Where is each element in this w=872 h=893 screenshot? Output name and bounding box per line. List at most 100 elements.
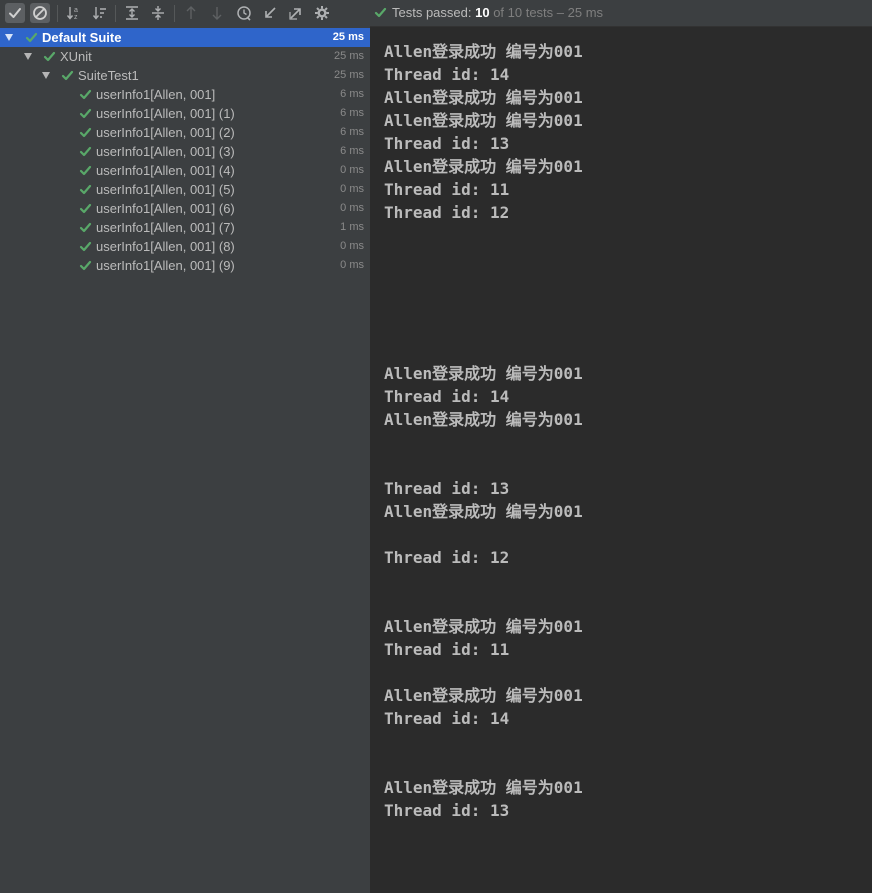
test-name: SuiteTest1 (78, 68, 139, 83)
expand-triangle-icon[interactable] (42, 72, 50, 79)
console-line: Thread id: 13 (384, 801, 510, 820)
test-duration: 6 ms (340, 107, 364, 119)
test-method-row[interactable]: userInfo1[Allen, 001] (3) 6 ms (0, 142, 370, 161)
expand-triangle-icon[interactable] (5, 34, 13, 41)
checkmark-icon (79, 184, 92, 195)
console-line: Allen登录成功 编号为001 (384, 157, 583, 176)
checkmark-icon (79, 108, 92, 119)
test-name: userInfo1[Allen, 001] (3) (96, 144, 235, 159)
test-method-row[interactable]: userInfo1[Allen, 001] (1) 6 ms (0, 104, 370, 123)
export-tests-button[interactable] (286, 3, 306, 23)
checkmark-icon (79, 260, 92, 271)
console-line: Allen登录成功 编号为001 (384, 364, 583, 383)
test-duration: 6 ms (340, 126, 364, 138)
console-line: Allen登录成功 编号为001 (384, 111, 583, 130)
checkmark-icon (79, 165, 92, 176)
test-method-row[interactable]: userInfo1[Allen, 001] (8) 0 ms (0, 237, 370, 256)
test-duration: 0 ms (340, 164, 364, 176)
test-name: userInfo1[Allen, 001] (9) (96, 258, 235, 273)
export-arrow-icon (289, 8, 301, 20)
console-line: Allen登录成功 编号为001 (384, 617, 583, 636)
test-name: userInfo1[Allen, 001] (4) (96, 163, 235, 178)
toolbar-separator (174, 5, 175, 22)
checkmark-icon (43, 51, 56, 62)
expand-triangle-icon[interactable] (24, 53, 32, 60)
test-name: userInfo1[Allen, 001] (1) (96, 106, 235, 121)
sort-alpha-icon: az (66, 7, 78, 21)
gear-icon (315, 6, 329, 20)
svg-text:z: z (74, 14, 78, 21)
ban-icon (33, 6, 47, 20)
test-method-row[interactable]: userInfo1[Allen, 001] (4) 0 ms (0, 161, 370, 180)
test-duration: 1 ms (340, 221, 364, 233)
collapse-all-button[interactable] (148, 3, 168, 23)
settings-button[interactable] (312, 3, 332, 23)
test-tree-panel: az Default Suite 25 ms XUnit 25 ms SuiteTest… (0, 0, 370, 893)
status-summary: of 10 tests – 25 ms (489, 5, 604, 20)
sort-duration-icon (92, 7, 106, 20)
test-duration: 0 ms (340, 202, 364, 214)
checkmark-icon (79, 222, 92, 233)
test-history-button[interactable] (234, 3, 254, 23)
import-tests-button[interactable] (260, 3, 280, 23)
console-line: Allen登录成功 编号为001 (384, 88, 583, 107)
console-line: Allen登录成功 编号为001 (384, 502, 583, 521)
console-line: Allen登录成功 编号为001 (384, 686, 583, 705)
test-group-row[interactable]: SuiteTest1 25 ms (0, 66, 370, 85)
expand-all-button[interactable] (122, 3, 142, 23)
console-line: Allen登录成功 编号为001 (384, 778, 583, 797)
console-line: Thread id: 11 (384, 180, 510, 199)
test-method-row[interactable]: userInfo1[Allen, 001] (2) 6 ms (0, 123, 370, 142)
test-name: userInfo1[Allen, 001] (2) (96, 125, 235, 140)
test-status-text: Tests passed: 10 of 10 tests – 25 ms (392, 5, 603, 20)
test-method-row[interactable]: userInfo1[Allen, 001] 6 ms (0, 85, 370, 104)
console-output[interactable]: Allen登录成功 编号为001 Thread id: 14 Allen登录成功 编… (384, 40, 864, 893)
test-method-row[interactable]: userInfo1[Allen, 001] (6) 0 ms (0, 199, 370, 218)
status-label: Tests passed: (392, 5, 476, 20)
console-line: Thread id: 12 (384, 203, 510, 222)
checkmark-icon (79, 89, 92, 100)
checkmark-icon (79, 127, 92, 138)
checkmark-icon (79, 241, 92, 252)
show-passed-button[interactable] (5, 3, 25, 23)
test-group-row[interactable]: XUnit 25 ms (0, 47, 370, 66)
console-line: Thread id: 14 (384, 65, 510, 84)
console-line: Thread id: 11 (384, 640, 510, 659)
test-name: userInfo1[Allen, 001] (7) (96, 220, 235, 235)
test-method-row[interactable]: userInfo1[Allen, 001] (5) 0 ms (0, 180, 370, 199)
import-arrow-icon (265, 7, 276, 18)
show-ignored-button[interactable] (30, 3, 50, 23)
checkmark-icon (79, 203, 92, 214)
console-line: Allen登录成功 编号为001 (384, 410, 583, 429)
checkmark-icon (9, 8, 21, 18)
test-name: XUnit (60, 49, 92, 64)
checkmark-icon (61, 70, 74, 81)
test-method-row[interactable]: userInfo1[Allen, 001] (7) 1 ms (0, 218, 370, 237)
collapse-all-icon (152, 6, 164, 20)
toolbar-separator (57, 5, 58, 22)
checkmark-icon (374, 7, 387, 18)
test-suite-row[interactable]: Default Suite 25 ms (0, 28, 370, 47)
test-duration: 25 ms (332, 31, 364, 43)
test-method-row[interactable]: userInfo1[Allen, 001] (9) 0 ms (0, 256, 370, 275)
sort-by-duration-button[interactable] (90, 3, 110, 23)
test-name: userInfo1[Allen, 001] (5) (96, 182, 235, 197)
test-duration: 0 ms (340, 259, 364, 271)
test-duration: 0 ms (340, 183, 364, 195)
test-name: Default Suite (42, 30, 122, 45)
sort-alphabetically-button[interactable]: az (64, 3, 84, 23)
